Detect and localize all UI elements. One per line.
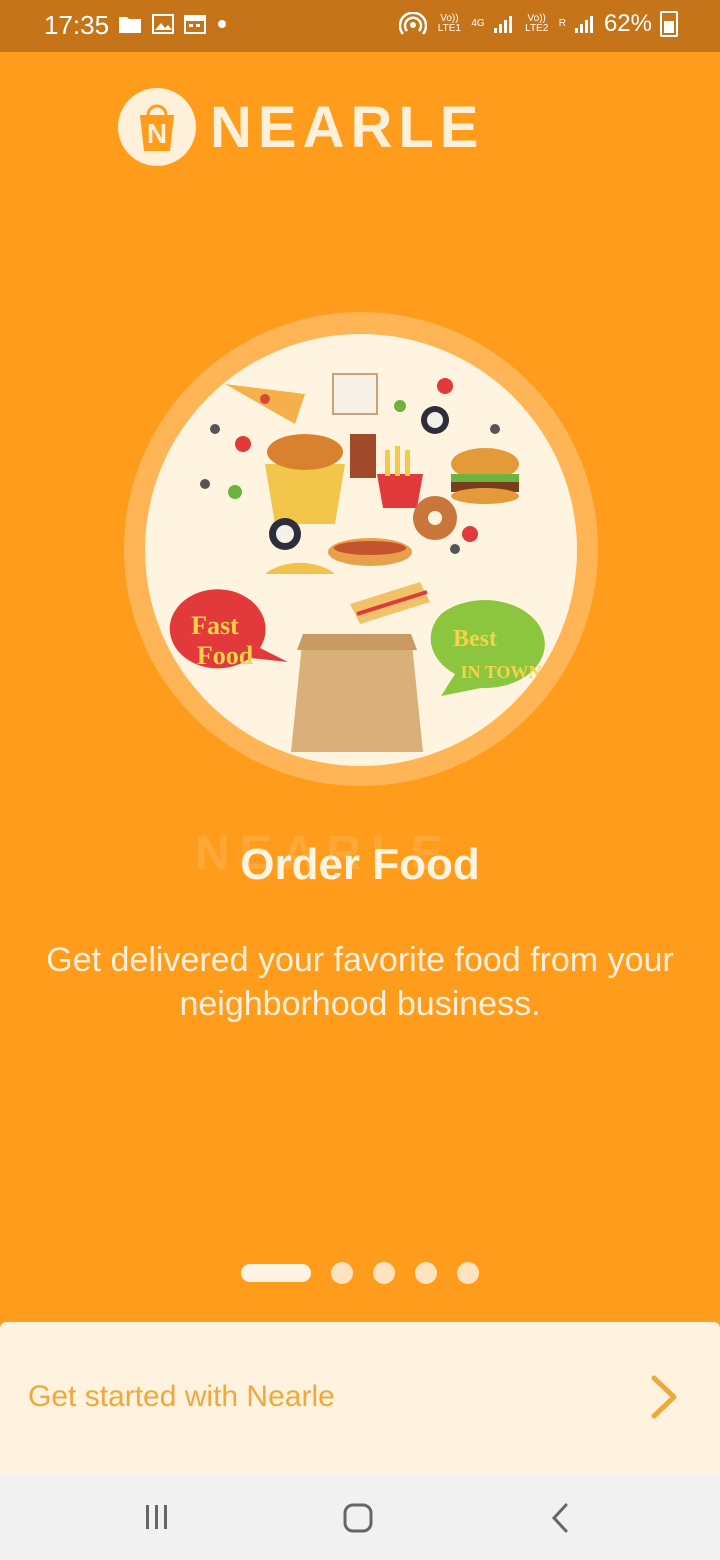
home-icon[interactable] (342, 1502, 374, 1534)
status-time: 17:35 (44, 10, 110, 40)
network-label: 4G (471, 18, 485, 29)
page-dot-3[interactable] (373, 1262, 395, 1284)
battery-icon (660, 11, 678, 37)
page-indicator (0, 1262, 720, 1284)
best-text-2: IN TOWN (461, 662, 542, 682)
page-dot-5[interactable] (457, 1262, 479, 1284)
takeout-box-icon (332, 373, 378, 415)
folder-icon (119, 17, 141, 33)
page-dot-1[interactable] (241, 1264, 311, 1282)
recent-apps-icon[interactable] (142, 1502, 172, 1532)
logo-mark-letter: N (147, 118, 167, 149)
volte1-icon: Vo)) LTE1 (437, 13, 461, 34)
status-right: Vo)) LTE1 4G Vo)) LTE2 R 62% (399, 10, 678, 38)
drink-cup-icon (350, 434, 376, 478)
food-illustration: Fast Food Best IN TOWN (145, 334, 577, 766)
hotspot-icon (399, 12, 428, 35)
brand-logo: N NEARLE (118, 88, 484, 166)
status-bar: 17:35 Vo)) LTE1 4G Vo)) LTE2 R 62% (0, 0, 720, 52)
signal1-icon (493, 16, 512, 33)
page-dot-2[interactable] (331, 1262, 353, 1284)
onboarding-description: Get delivered your favorite food from yo… (46, 941, 674, 1023)
chicken-bucket-icon (265, 464, 345, 524)
image-icon (152, 14, 174, 34)
logo-bag-icon: N (118, 88, 196, 166)
fast-food-text-2: Food (197, 641, 254, 670)
fast-food-text-1: Fast (191, 611, 239, 640)
system-nav-bar (0, 1474, 720, 1560)
fries-icon (377, 474, 423, 508)
back-icon[interactable] (548, 1502, 572, 1534)
page-dot-4[interactable] (415, 1262, 437, 1284)
volte2-icon: Vo)) LTE2 (525, 13, 549, 34)
brand-name: NEARLE (210, 94, 485, 160)
roaming-label: R (558, 18, 566, 29)
paper-bag-icon (291, 634, 423, 752)
chevron-right-icon (651, 1375, 677, 1419)
best-text-1: Best (453, 626, 497, 652)
get-started-button[interactable]: Get started with Nearle (0, 1322, 720, 1474)
dot-icon (218, 20, 226, 28)
taco-icon (265, 562, 335, 574)
status-left-icons (118, 14, 228, 34)
battery-percent: 62% (603, 10, 652, 37)
signal2-icon (574, 16, 593, 33)
get-started-label: Get started with Nearle (28, 1380, 335, 1413)
onboarding-title: Order Food (240, 840, 480, 889)
calendar-icon (184, 15, 206, 34)
